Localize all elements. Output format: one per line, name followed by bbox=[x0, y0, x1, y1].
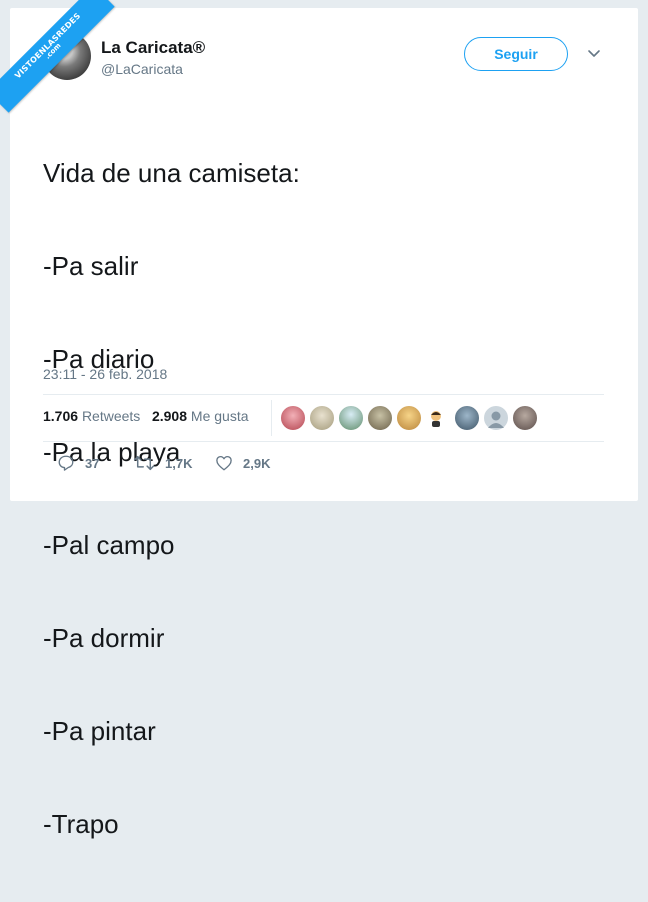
liker-avatar-2[interactable] bbox=[309, 405, 335, 431]
display-name[interactable]: La Caricata® bbox=[101, 38, 205, 58]
retweets-count[interactable]: 1.706 bbox=[43, 408, 78, 424]
divider bbox=[43, 394, 604, 395]
liker-avatar-1[interactable] bbox=[280, 405, 306, 431]
tweet-text-line: -Pa pintar bbox=[43, 716, 156, 746]
retweet-icon bbox=[133, 455, 155, 471]
follow-button[interactable]: Seguir bbox=[464, 37, 568, 71]
reply-button[interactable]: 37 bbox=[57, 454, 99, 472]
chevron-down-icon[interactable] bbox=[587, 46, 601, 60]
reply-count: 37 bbox=[85, 455, 100, 471]
tweet-text-line: -Pal campo bbox=[43, 530, 175, 560]
tweet-text-line: Vida de una camiseta: bbox=[43, 158, 300, 188]
liker-avatar-5[interactable] bbox=[396, 405, 422, 431]
retweet-count: 1,7K bbox=[165, 455, 193, 471]
person-emoji-icon bbox=[431, 411, 441, 427]
like-count: 2,9K bbox=[243, 455, 271, 471]
tweet-timestamp[interactable]: 23:11 - 26 feb. 2018 bbox=[43, 366, 167, 382]
divider bbox=[271, 400, 272, 436]
reply-icon bbox=[58, 455, 74, 471]
tweet-text: Vida de una camiseta: -Pa salir -Pa diar… bbox=[43, 96, 300, 902]
tweet-text-line: -Trapo bbox=[43, 809, 119, 839]
tweet-text-line: -Pa salir bbox=[43, 251, 139, 281]
default-avatar-icon bbox=[488, 411, 504, 428]
liker-avatar-4[interactable] bbox=[367, 405, 393, 431]
user-handle[interactable]: @LaCaricata bbox=[101, 61, 183, 77]
likes-label[interactable]: Me gusta bbox=[191, 408, 249, 424]
liker-avatar-7[interactable] bbox=[454, 405, 480, 431]
retweet-button[interactable]: 1,7K bbox=[133, 454, 192, 472]
watermark-domain: .com bbox=[43, 41, 63, 61]
like-icon bbox=[216, 455, 232, 471]
retweets-label[interactable]: Retweets bbox=[82, 408, 140, 424]
liker-avatar-6[interactable] bbox=[423, 405, 449, 431]
likes-count[interactable]: 2.908 bbox=[152, 408, 187, 424]
tweet-card: VISTOENLASREDES .com La Caricata® @LaCar… bbox=[0, 0, 638, 839]
liker-avatar-9[interactable] bbox=[512, 405, 538, 431]
divider bbox=[43, 441, 604, 442]
tweet-stats: 1.706 Retweets 2.908 Me gusta bbox=[43, 408, 249, 424]
liker-avatar-8[interactable] bbox=[483, 405, 509, 431]
like-button[interactable]: 2,9K bbox=[215, 454, 270, 472]
tweet-text-line: -Pa dormir bbox=[43, 623, 165, 653]
liker-avatar-3[interactable] bbox=[338, 405, 364, 431]
